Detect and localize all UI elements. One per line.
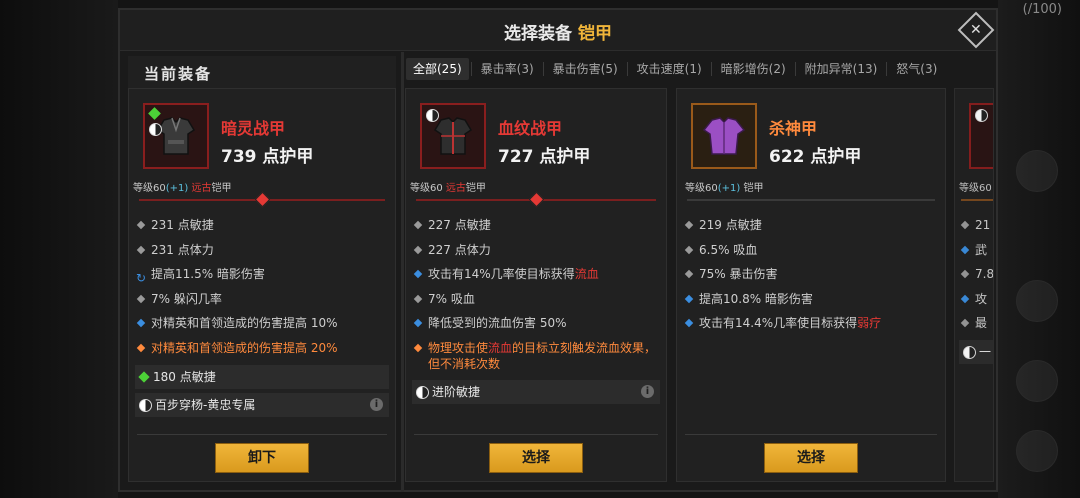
tab-crit-damage[interactable]: 暴击伤害(5) xyxy=(546,58,625,80)
panel-divider xyxy=(401,52,404,492)
equipment-select-modal: 选择装备 铠甲 ✕ 当前装备 全部(25) 暴击率(3) 暴击伤害(5) 攻击速度(1)… xyxy=(118,8,998,492)
hud-side-icon[interactable] xyxy=(1016,360,1058,402)
filter-tabs: 全部(25) 暴击率(3) 暴击伤害(5) 攻击速度(1) 暗影增伤(2) 附加异常(13… xyxy=(406,58,994,82)
item-portrait xyxy=(420,103,486,169)
stat-line: 攻 xyxy=(959,287,993,312)
stat-list: 231 点敏捷 231 点体力 ↻ 提高11.5% 暗影伤害 7% 躲闪几率 对精… xyxy=(135,213,389,417)
card-divider xyxy=(137,434,387,435)
equipment-card[interactable]: 杀神甲 622 点护甲 等级60(+1) 铠甲 219 点敏捷 6.5% 吸血 … xyxy=(676,88,946,482)
stat-line: 攻击有14.4%几率使目标获得弱疗 xyxy=(683,311,939,336)
current-equipment-header: 当前装备 xyxy=(128,56,396,91)
item-armor: 727 点护甲 xyxy=(498,147,591,167)
tab-rage[interactable]: 怒气(3) xyxy=(889,58,944,80)
title-bar: 选择装备 铠甲 ✕ xyxy=(120,10,996,51)
stat-list: 227 点敏捷 227 点体力 攻击有14%几率使目标获得流血 7% 吸血 降低… xyxy=(412,213,660,404)
yin-yang-icon xyxy=(149,123,162,136)
unequip-button[interactable]: 卸下 xyxy=(215,443,309,473)
tab-extra-status[interactable]: 附加异常(13) xyxy=(798,58,885,80)
armor-icon xyxy=(156,117,196,155)
stat-line: 75% 暴击伤害 xyxy=(683,262,939,287)
rarity-divider xyxy=(961,199,993,201)
tab-attack-speed[interactable]: 攻击速度(1) xyxy=(630,58,709,80)
item-level: 等级60 xyxy=(959,183,992,194)
stat-line: 武 xyxy=(959,238,993,263)
equipment-card[interactable]: 等级60 21 武 7.8 攻 最 一 xyxy=(954,88,994,482)
stat-line: 227 点敏捷 xyxy=(412,213,660,238)
stat-line: 7.8 xyxy=(959,262,993,287)
rarity-divider xyxy=(687,199,935,201)
card-divider xyxy=(685,434,937,435)
close-icon: ✕ xyxy=(957,11,995,49)
gem-bonus: 180 点敏捷 xyxy=(135,364,389,389)
stat-line: 提高10.8% 暗影伤害 xyxy=(683,287,939,312)
rarity-divider xyxy=(139,191,385,208)
select-button[interactable]: 选择 xyxy=(489,443,583,473)
close-button[interactable]: ✕ xyxy=(957,11,995,49)
stat-line: 231 点体力 xyxy=(135,238,389,263)
stat-line: 21 xyxy=(959,213,993,238)
hud-side-icon[interactable] xyxy=(1016,150,1058,192)
stat-line: 6.5% 吸血 xyxy=(683,238,939,263)
item-name: 杀神甲 xyxy=(769,119,818,138)
item-name: 暗灵战甲 xyxy=(221,119,286,138)
card-divider xyxy=(414,434,658,435)
item-level: 等级60(+1) 远古铠甲 xyxy=(133,183,232,194)
stat-line: 219 点敏捷 xyxy=(683,213,939,238)
info-icon: i xyxy=(370,397,383,411)
stat-line: 攻击有14%几率使目标获得流血 xyxy=(412,262,660,287)
stat-line: 降低受到的流血伤害 50% xyxy=(412,311,660,336)
yin-yang-icon xyxy=(963,345,976,359)
stat-line: 7% 吸血 xyxy=(412,287,660,312)
stat-line: ↻ 提高11.5% 暗影伤害 xyxy=(135,262,389,287)
item-portrait xyxy=(969,103,993,169)
hud-side-icon[interactable] xyxy=(1016,430,1058,472)
equipment-card[interactable]: 血纹战甲 727 点护甲 等级60 远古铠甲 227 点敏捷 227 点体力 攻… xyxy=(405,88,667,482)
item-level: 等级60 远古铠甲 xyxy=(410,183,486,194)
select-button[interactable]: 选择 xyxy=(764,443,858,473)
info-icon: i xyxy=(641,384,654,398)
item-portrait xyxy=(143,103,209,169)
tab-shadow-damage[interactable]: 暗影增伤(2) xyxy=(714,58,793,80)
stat-list: 21 武 7.8 攻 最 一 xyxy=(959,213,993,364)
gem-icon xyxy=(138,370,150,383)
yin-yang-icon xyxy=(975,109,988,122)
item-level: 等级60(+1) 铠甲 xyxy=(685,183,764,194)
stat-line: 最 xyxy=(959,311,993,336)
background-right xyxy=(998,0,1080,498)
stat-line: 227 点体力 xyxy=(412,238,660,263)
tab-crit-rate[interactable]: 暴击率(3) xyxy=(474,58,541,80)
hud-side-icon[interactable] xyxy=(1016,280,1058,322)
current-equipment-card: 暗灵战甲 739 点护甲 等级60(+1) 远古铠甲 231 点敏捷 231 点… xyxy=(128,88,396,482)
item-armor: 622 点护甲 xyxy=(769,147,862,167)
yin-yang-icon xyxy=(139,398,152,412)
rarity-divider xyxy=(416,191,656,208)
set-bonus[interactable]: 一 xyxy=(959,339,993,364)
background-left xyxy=(0,0,118,498)
stat-line: 对精英和首领造成的伤害提高 20% xyxy=(135,336,389,361)
set-bonus[interactable]: 进阶敏捷 i xyxy=(412,379,660,404)
item-portrait xyxy=(691,103,757,169)
stat-line: 231 点敏捷 xyxy=(135,213,389,238)
stat-line: 7% 躲闪几率 xyxy=(135,287,389,312)
stat-line: 对精英和首领造成的伤害提高 10% xyxy=(135,311,389,336)
modal-title: 选择装备 铠甲 xyxy=(504,24,612,44)
stat-list: 219 点敏捷 6.5% 吸血 75% 暴击伤害 提高10.8% 暗影伤害 攻击… xyxy=(683,213,939,336)
hud-counter: (/100) xyxy=(1022,2,1062,17)
stat-line: 物理攻击使流血的目标立刻触发流血效果，但不消耗次数 xyxy=(412,336,660,376)
armor-icon xyxy=(702,117,746,155)
tab-all[interactable]: 全部(25) xyxy=(406,58,469,80)
item-name: 血纹战甲 xyxy=(498,119,563,138)
set-bonus[interactable]: 百步穿杨-黄忠专属 i xyxy=(135,392,389,417)
yin-yang-icon xyxy=(416,385,429,399)
title-category: 铠甲 xyxy=(578,24,612,44)
item-armor: 739 点护甲 xyxy=(221,147,314,167)
yin-yang-icon xyxy=(426,109,439,122)
